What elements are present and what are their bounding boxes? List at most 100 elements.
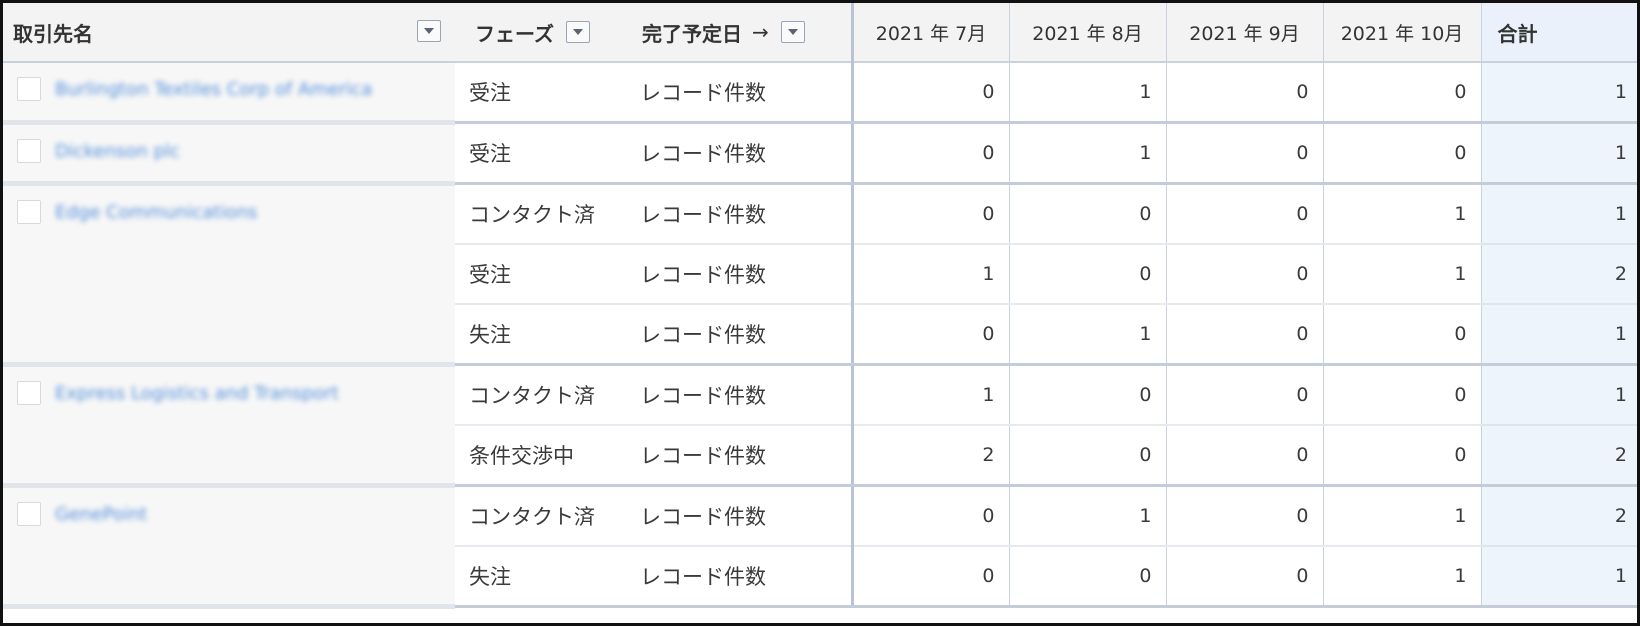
- account-name-link[interactable]: GenePoint: [55, 504, 147, 525]
- record-count-label: レコード件数: [622, 183, 854, 245]
- month-value-cell: 0: [1166, 546, 1324, 608]
- column-header-month: 2021 年 7月: [852, 3, 1010, 63]
- month-value-cell: 0: [852, 62, 1010, 124]
- column-header-total: 合計: [1481, 3, 1637, 63]
- month-value-cell: 0: [1323, 304, 1482, 366]
- phase-cell: 受注: [455, 122, 622, 185]
- phase-cell: 条件交渉中: [455, 425, 622, 487]
- month-value-cell: 2: [852, 425, 1010, 487]
- month-value-cell: 1: [1009, 62, 1167, 124]
- record-count-label: レコード件数: [622, 244, 854, 305]
- close-date-filter-dropdown-icon[interactable]: [780, 21, 805, 43]
- month-value-cell: 1: [1323, 546, 1482, 608]
- row-checkbox[interactable]: [17, 200, 41, 224]
- account-cell: Dickenson plc: [3, 122, 455, 186]
- month-value-cell: 0: [1009, 244, 1167, 305]
- row-total-cell: 2: [1481, 485, 1637, 547]
- table-row: Burlington Textiles Corp of America 受注 レコー…: [3, 62, 1637, 125]
- row-checkbox[interactable]: [17, 502, 41, 526]
- account-filter-dropdown-icon[interactable]: [417, 20, 441, 42]
- row-total-cell: 1: [1481, 546, 1637, 608]
- month-value-cell: 0: [1166, 364, 1324, 426]
- account-name-link[interactable]: Dickenson plc: [55, 141, 180, 162]
- month-value-cell: 0: [852, 122, 1010, 185]
- account-name-link[interactable]: Express Logistics and Transport: [55, 383, 339, 404]
- account-name-link[interactable]: Edge Communications: [55, 202, 257, 223]
- month-value-cell: 0: [852, 546, 1010, 608]
- close-date-header-label: 完了予定日: [642, 21, 742, 46]
- row-total-cell: 1: [1481, 364, 1637, 426]
- phase-cell: 受注: [455, 62, 622, 124]
- row-checkbox[interactable]: [17, 77, 41, 101]
- month-value-cell: 0: [852, 183, 1010, 245]
- column-header-month: 2021 年 10月: [1323, 3, 1482, 63]
- month-value-cell: 1: [1323, 485, 1482, 547]
- month-value-cell: 1: [1323, 183, 1482, 245]
- account-cell: Burlington Textiles Corp of America: [3, 62, 455, 125]
- phase-filter-dropdown-icon[interactable]: [566, 21, 590, 43]
- month-value-cell: 1: [1009, 122, 1167, 185]
- month-value-cell: 0: [1166, 244, 1324, 305]
- month-value-cell: 0: [1166, 122, 1324, 185]
- record-count-label: レコード件数: [622, 425, 854, 487]
- table-row: Edge Communications コンタクト済 レコード件数 0 0 0 1 1: [3, 183, 1637, 367]
- report-body: Burlington Textiles Corp of America 受注 レコー…: [3, 62, 1637, 609]
- column-header-close-date: 完了予定日 →: [622, 3, 854, 63]
- month-value-cell: 0: [1009, 425, 1167, 487]
- account-cell: GenePoint: [3, 485, 455, 609]
- table-row: Express Logistics and Transport コンタクト済 レコー…: [3, 364, 1637, 488]
- month-value-cell: 0: [1323, 122, 1482, 185]
- month-value-cell: 0: [1009, 183, 1167, 245]
- phase-cell: 受注: [455, 244, 622, 305]
- table-row: Dickenson plc 受注 レコード件数 0 1 0 0 1: [3, 122, 1637, 186]
- month-value-cell: 0: [1166, 304, 1324, 366]
- record-count-label: レコード件数: [622, 546, 854, 608]
- month-value-cell: 0: [1323, 364, 1482, 426]
- phase-cell: 失注: [455, 304, 622, 366]
- column-header-month: 2021 年 8月: [1009, 3, 1167, 63]
- row-total-cell: 1: [1481, 304, 1637, 366]
- record-count-label: レコード件数: [622, 62, 854, 124]
- month-value-cell: 1: [1009, 304, 1167, 366]
- month-value-cell: 0: [1009, 364, 1167, 426]
- month-value-cell: 0: [1009, 546, 1167, 608]
- table-row: GenePoint コンタクト済 レコード件数 0 1 0 1 2: [3, 485, 1637, 609]
- matrix-report: 取引先名 フェーズ 完了予定日 → 2021 年 7月 2021 年 8月 20…: [0, 0, 1640, 626]
- account-header-label: 取引先名: [13, 21, 93, 46]
- record-count-label: レコード件数: [622, 304, 854, 366]
- account-cell: Edge Communications: [3, 183, 455, 367]
- row-total-cell: 1: [1481, 183, 1637, 245]
- month-value-cell: 0: [1166, 485, 1324, 547]
- account-name-link[interactable]: Burlington Textiles Corp of America: [55, 79, 372, 100]
- row-total-cell: 2: [1481, 425, 1637, 487]
- row-total-cell: 1: [1481, 122, 1637, 185]
- record-count-label: レコード件数: [622, 122, 854, 185]
- row-checkbox[interactable]: [17, 381, 41, 405]
- month-value-cell: 1: [852, 244, 1010, 305]
- arrow-right-icon: →: [752, 20, 769, 44]
- month-value-cell: 0: [852, 485, 1010, 547]
- row-total-cell: 1: [1481, 62, 1637, 124]
- header-row: 取引先名 フェーズ 完了予定日 → 2021 年 7月 2021 年 8月 20…: [3, 3, 1637, 63]
- row-total-cell: 2: [1481, 244, 1637, 305]
- phase-cell: 失注: [455, 546, 622, 608]
- month-value-cell: 1: [852, 364, 1010, 426]
- month-value-cell: 1: [1323, 244, 1482, 305]
- row-checkbox[interactable]: [17, 139, 41, 163]
- account-cell: Express Logistics and Transport: [3, 364, 455, 488]
- phase-cell: コンタクト済: [455, 485, 622, 547]
- month-value-cell: 0: [1323, 425, 1482, 487]
- column-header-phase: フェーズ: [455, 3, 622, 63]
- record-count-label: レコード件数: [622, 485, 854, 547]
- month-value-cell: 0: [1166, 62, 1324, 124]
- month-value-cell: 0: [1323, 62, 1482, 124]
- phase-cell: コンタクト済: [455, 183, 622, 245]
- report-table: 取引先名 フェーズ 完了予定日 → 2021 年 7月 2021 年 8月 20…: [3, 3, 1637, 609]
- column-header-month: 2021 年 9月: [1166, 3, 1324, 63]
- month-value-cell: 0: [1166, 183, 1324, 245]
- record-count-label: レコード件数: [622, 364, 854, 426]
- phase-cell: コンタクト済: [455, 364, 622, 426]
- month-value-cell: 1: [1009, 485, 1167, 547]
- phase-header-label: フェーズ: [475, 21, 554, 46]
- month-value-cell: 0: [852, 304, 1010, 366]
